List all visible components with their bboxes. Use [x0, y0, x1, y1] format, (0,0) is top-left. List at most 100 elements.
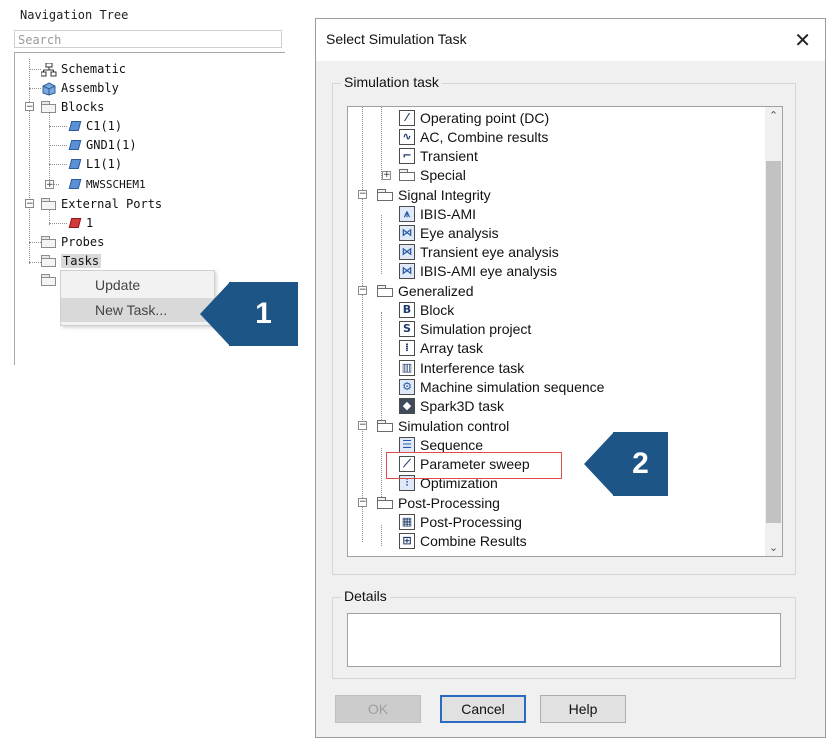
collapse-icon[interactable]: − — [358, 421, 367, 430]
tree-item-tasks[interactable]: Tasks — [41, 252, 102, 270]
task-transient[interactable]: ⌐ Transient — [399, 146, 478, 165]
tree-item-external-ports[interactable]: External Ports — [41, 195, 162, 213]
tree-item-blocks[interactable]: Blocks — [41, 98, 104, 116]
schematic-icon — [40, 62, 57, 77]
task-eye-analysis[interactable]: ⋈ Eye analysis — [399, 223, 499, 242]
expand-icon[interactable]: + — [382, 171, 391, 180]
details-text-area — [347, 613, 781, 667]
eye-diagram-icon: ⋈ — [399, 224, 415, 241]
tree-item-gnd1[interactable]: GND1(1) — [68, 136, 137, 154]
task-label: Signal Integrity — [398, 186, 491, 203]
task-group-post-processing[interactable]: Post-Processing — [377, 493, 500, 512]
tree-item-probes[interactable]: Probes — [41, 233, 104, 251]
collapse-icon[interactable]: − — [358, 190, 367, 199]
task-label: Machine simulation sequence — [420, 378, 605, 395]
folder-icon — [41, 101, 57, 113]
post-processing-icon: ▦ — [399, 513, 415, 530]
dialog-title: Select Simulation Task — [326, 31, 467, 47]
task-label: Array task — [420, 339, 484, 356]
tree-item-c1[interactable]: C1(1) — [68, 117, 122, 135]
folder-icon — [399, 168, 415, 181]
task-array-task[interactable]: ⁞ Array task — [399, 338, 483, 357]
assembly-icon — [41, 81, 57, 96]
folder-icon — [41, 255, 57, 267]
tree-item-l1[interactable]: L1(1) — [68, 155, 122, 173]
spark3d-icon: ◆ — [399, 397, 415, 414]
tree-item-hidden[interactable] — [41, 271, 57, 289]
collapse-icon[interactable]: − — [358, 286, 367, 295]
task-list-scrollbar[interactable]: ⌃ ⌄ — [765, 107, 782, 556]
task-label: Spark3D task — [420, 397, 505, 414]
transient-step-icon: ⌐ — [399, 147, 415, 164]
sequence-icon: ☰ — [399, 436, 415, 453]
task-combine-results[interactable]: ⊞ Combine Results — [399, 531, 527, 550]
scroll-thumb[interactable] — [766, 161, 781, 523]
task-group-signal-integrity[interactable]: Signal Integrity — [377, 185, 491, 204]
block-letter-icon: B — [399, 301, 415, 318]
task-interference-task[interactable]: ▥ Interference task — [399, 358, 524, 377]
tree-label: 1 — [86, 216, 94, 230]
tree-item-schematic[interactable]: Schematic — [40, 60, 126, 78]
task-ibis-ami[interactable]: ⩚ IBIS-AMI — [399, 204, 476, 223]
cancel-button[interactable]: Cancel — [440, 695, 526, 723]
simulation-task-list[interactable]: ⁄ Operating point (DC) ∿ AC, Combine res… — [347, 106, 783, 557]
folder-icon — [377, 284, 393, 297]
scroll-down-icon[interactable]: ⌄ — [765, 539, 782, 556]
tree-label: Blocks — [61, 100, 105, 114]
task-label: Special — [420, 166, 466, 183]
task-machine-sequence[interactable]: ⚙ Machine simulation sequence — [399, 377, 604, 396]
nav-search-input[interactable]: Search — [14, 30, 282, 48]
tree-item-mwsschem1[interactable]: MWSSCHEM1 — [68, 175, 146, 193]
callout-1-pointer — [200, 282, 230, 346]
task-ibis-ami-eye[interactable]: ⋈ IBIS-AMI eye analysis — [399, 261, 557, 280]
close-icon[interactable]: ✕ — [794, 28, 811, 52]
scroll-up-icon[interactable]: ⌃ — [765, 107, 782, 124]
task-group-simulation-control[interactable]: Simulation control — [377, 416, 509, 435]
port-icon — [68, 217, 82, 229]
context-menu: Update New Task... — [60, 270, 215, 326]
task-label: Post-Processing — [398, 494, 500, 511]
tree-item-assembly[interactable]: Assembly — [41, 79, 119, 97]
task-block[interactable]: B Block — [399, 300, 454, 319]
help-button[interactable]: Help — [540, 695, 626, 723]
task-post-processing[interactable]: ▦ Post-Processing — [399, 512, 522, 531]
context-menu-update[interactable]: Update — [61, 273, 214, 297]
task-simulation-project[interactable]: S Simulation project — [399, 319, 531, 338]
task-label: Combine Results — [420, 532, 527, 549]
simulation-task-group-label: Simulation task — [341, 74, 442, 90]
callout-2: 2 — [613, 432, 668, 496]
task-group-special[interactable]: Special — [399, 165, 466, 184]
block-cube-icon — [68, 158, 82, 170]
task-transient-eye[interactable]: ⋈ Transient eye analysis — [399, 242, 559, 261]
task-label: Simulation project — [420, 320, 532, 337]
dc-operating-point-icon: ⁄ — [399, 109, 415, 126]
folder-icon — [41, 274, 57, 286]
eye-diagram-icon: ⋈ — [399, 262, 415, 279]
task-label: Transient — [420, 147, 478, 164]
ok-button[interactable]: OK — [335, 695, 421, 723]
task-operating-point[interactable]: ⁄ Operating point (DC) — [399, 108, 549, 127]
task-label: Sequence — [420, 436, 484, 453]
expand-icon[interactable]: + — [45, 180, 54, 190]
context-menu-new-task[interactable]: New Task... — [61, 298, 214, 322]
tree-label: External Ports — [61, 197, 163, 211]
task-ac-combine[interactable]: ∿ AC, Combine results — [399, 127, 548, 146]
callout-2-pointer — [584, 432, 614, 496]
ac-wave-icon: ∿ — [399, 128, 415, 145]
simulation-project-icon: S — [399, 320, 415, 337]
task-label: Simulation control — [398, 417, 510, 434]
tree-item-port-1[interactable]: 1 — [68, 214, 93, 232]
collapse-icon[interactable]: − — [358, 498, 367, 507]
task-group-generalized[interactable]: Generalized — [377, 281, 474, 300]
tree-label: L1(1) — [86, 157, 123, 171]
collapse-icon[interactable]: − — [25, 102, 34, 112]
ibis-ami-icon: ⩚ — [399, 205, 415, 222]
block-cube-icon — [68, 178, 82, 190]
folder-icon — [41, 198, 57, 210]
collapse-icon[interactable]: − — [25, 199, 34, 209]
task-label: AC, Combine results — [420, 128, 549, 145]
tree-label: C1(1) — [86, 119, 123, 133]
task-spark3d[interactable]: ◆ Spark3D task — [399, 396, 504, 415]
folder-icon — [41, 236, 57, 248]
tree-label: Probes — [61, 235, 105, 249]
